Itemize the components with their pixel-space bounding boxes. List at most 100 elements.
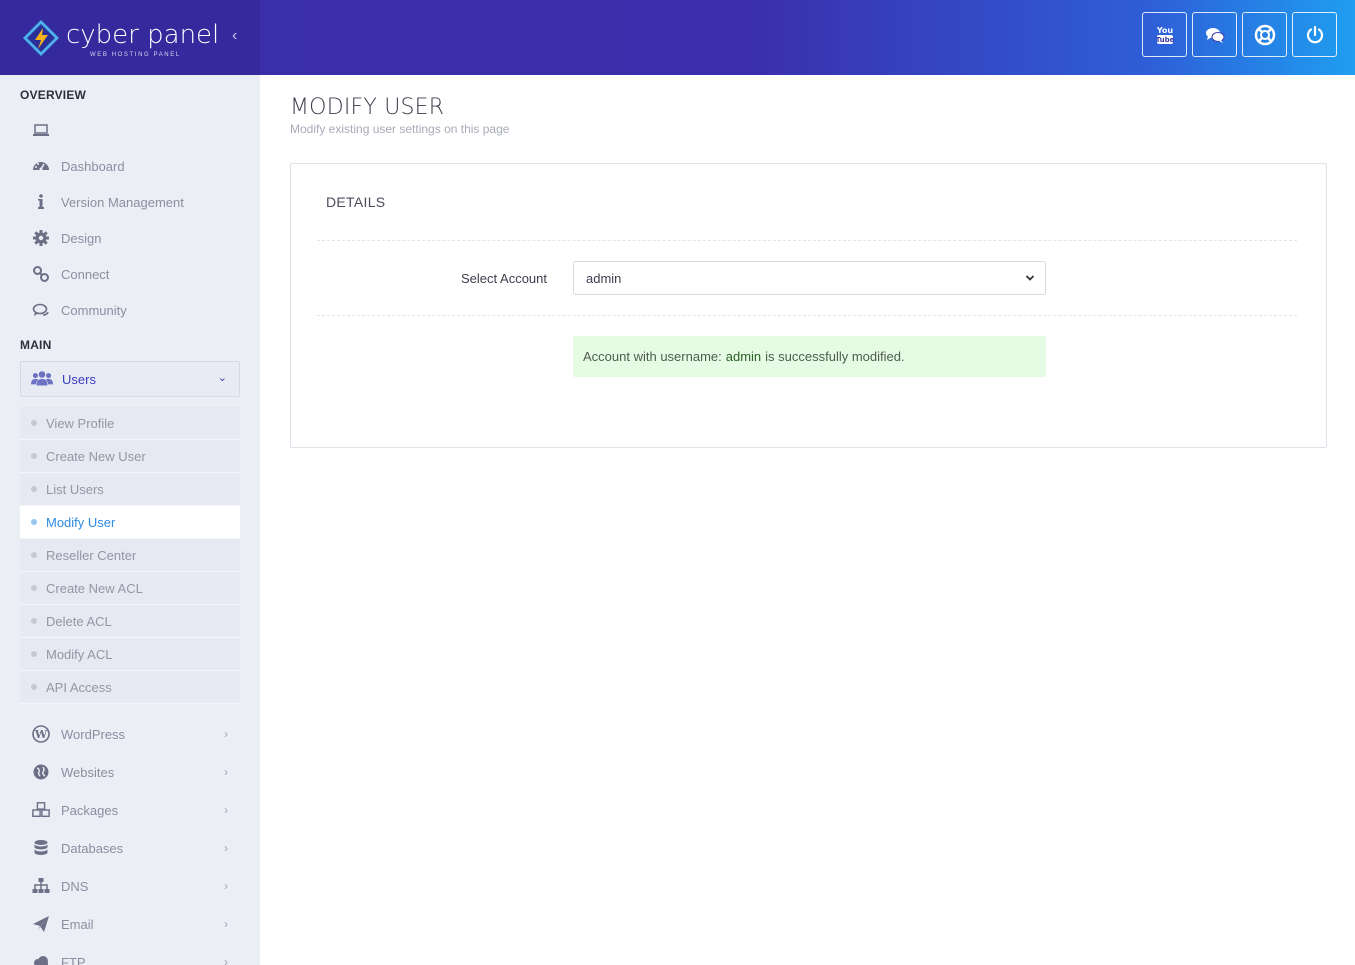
cloud-icon <box>30 953 52 965</box>
card-title: DETAILS <box>326 194 386 210</box>
sidebar-subitem-label: List Users <box>46 481 104 497</box>
sidebar-collapse-button[interactable]: ‹ <box>232 27 237 45</box>
main-section-title: MAIN <box>20 338 52 352</box>
sidebar-subitem-label: API Access <box>46 679 112 695</box>
sidebar-subitem-label: Delete ACL <box>46 613 112 629</box>
logo-area[interactable]: cyber panel WEB HOSTING PANEL <box>0 0 260 75</box>
laptop-icon <box>30 121 52 139</box>
alert-username: admin <box>725 349 762 364</box>
sidebar: OVERVIEW Dashboard Version Management De… <box>0 75 260 965</box>
youtube-icon: You Tube <box>1155 26 1174 44</box>
sidebar-item-version-management[interactable]: Version Management <box>20 186 240 218</box>
brand-tagline: WEB HOSTING PANEL <box>90 52 181 58</box>
cubes-icon <box>30 801 52 819</box>
sidebar-item-packages[interactable]: Packages › <box>20 794 240 826</box>
alert-suffix: is successfully modified. <box>765 349 905 364</box>
details-card: DETAILS Select Account admin Account wit… <box>290 163 1327 448</box>
sidebar-item-label: Websites <box>61 764 115 780</box>
sidebar-item-overview-laptop[interactable] <box>20 114 240 146</box>
sidebar-item-dns[interactable]: DNS › <box>20 870 240 902</box>
divider <box>317 315 1297 316</box>
overview-section-title: OVERVIEW <box>20 88 87 102</box>
chevron-right-icon: › <box>224 955 228 965</box>
sidebar-item-label: DNS <box>61 878 89 894</box>
logout-button[interactable] <box>1292 12 1337 57</box>
sidebar-subitem-label: Create New User <box>46 448 146 464</box>
sidebar-item-websites[interactable]: Websites › <box>20 756 240 788</box>
divider <box>317 240 1297 241</box>
svg-text:You: You <box>1155 26 1173 35</box>
database-icon <box>30 839 52 857</box>
sidebar-item-wordpress[interactable]: W WordPress › <box>20 718 240 750</box>
sidebar-subitem-label: Reseller Center <box>46 547 137 563</box>
power-icon <box>1306 25 1323 43</box>
sidebar-item-connect[interactable]: Connect <box>20 258 240 290</box>
sidebar-item-label: WordPress <box>61 726 126 742</box>
sidebar-item-label: Packages <box>61 802 119 818</box>
sidebar-item-label: Design <box>61 230 102 246</box>
bullet-icon <box>31 486 37 492</box>
sidebar-subitem-create-new-user[interactable]: Create New User <box>20 440 240 473</box>
page-subtitle: Modify existing user settings on this pa… <box>290 122 510 136</box>
sidebar-item-label: Community <box>61 302 127 318</box>
paper-plane-icon <box>30 915 52 933</box>
brand-name: cyber panel <box>66 20 220 50</box>
alert-prefix: Account with username: <box>583 349 722 364</box>
sidebar-item-label: Connect <box>61 266 110 282</box>
page-title: MODIFY USER <box>290 95 445 120</box>
select-account-label: Select Account <box>461 271 547 286</box>
sidebar-group-users[interactable]: Users ⌄ <box>20 361 240 397</box>
chevron-right-icon: › <box>224 727 228 741</box>
sidebar-item-label: Email <box>61 916 94 932</box>
top-header: cyber panel WEB HOSTING PANEL ‹ You Tube <box>0 0 1355 75</box>
sitemap-icon <box>30 877 52 895</box>
bullet-icon <box>31 420 37 426</box>
sidebar-subitem-delete-acl[interactable]: Delete ACL <box>20 605 240 638</box>
users-icon <box>31 370 53 388</box>
gear-icon <box>30 229 52 247</box>
chevron-right-icon: › <box>224 917 228 931</box>
lifebuoy-icon <box>1254 24 1275 45</box>
bullet-icon <box>31 585 37 591</box>
sidebar-item-databases[interactable]: Databases › <box>20 832 240 864</box>
chevron-right-icon: › <box>224 841 228 855</box>
bullet-icon <box>31 651 37 657</box>
cyberpanel-logo-icon <box>23 20 59 56</box>
svg-text:W: W <box>34 728 48 741</box>
chat-button[interactable] <box>1192 12 1237 57</box>
sidebar-item-ftp[interactable]: FTP › <box>20 946 240 965</box>
select-account-dropdown[interactable]: admin <box>573 261 1046 295</box>
chevron-right-icon: › <box>224 803 228 817</box>
wordpress-icon: W <box>30 725 52 743</box>
dashboard-icon <box>30 157 52 175</box>
youtube-button[interactable]: You Tube <box>1142 12 1187 57</box>
sidebar-subitem-create-new-acl[interactable]: Create New ACL <box>20 572 240 605</box>
chevron-down-icon <box>1025 275 1035 281</box>
success-alert: Account with username: admin is successf… <box>573 336 1046 377</box>
sidebar-item-email[interactable]: Email › <box>20 908 240 940</box>
sidebar-subitem-label: Modify ACL <box>46 646 113 662</box>
comments-icon <box>30 301 52 319</box>
sidebar-subitem-api-access[interactable]: API Access <box>20 671 240 704</box>
sidebar-subitem-modify-acl[interactable]: Modify ACL <box>20 638 240 671</box>
sidebar-item-label: Dashboard <box>61 158 125 174</box>
sidebar-item-dashboard[interactable]: Dashboard <box>20 150 240 182</box>
sidebar-subitem-label: Create New ACL <box>46 580 143 596</box>
sidebar-group-users-label: Users <box>62 371 96 387</box>
sidebar-subitem-reseller-center[interactable]: Reseller Center <box>20 539 240 572</box>
bullet-icon <box>31 519 37 525</box>
sidebar-subitem-list-users[interactable]: List Users <box>20 473 240 506</box>
chevron-down-icon: ⌄ <box>217 372 227 384</box>
chevron-right-icon: › <box>224 879 228 893</box>
sidebar-item-community[interactable]: Community <box>20 294 240 326</box>
support-button[interactable] <box>1242 12 1287 57</box>
info-icon <box>30 193 52 211</box>
sidebar-subitem-label: View Profile <box>46 415 115 431</box>
bullet-icon <box>31 684 37 690</box>
sidebar-subitem-view-profile[interactable]: View Profile <box>20 407 240 440</box>
globe-icon <box>30 763 52 781</box>
sidebar-subitem-modify-user[interactable]: Modify User <box>20 506 240 539</box>
sidebar-item-design[interactable]: Design <box>20 222 240 254</box>
sidebar-item-label: FTP <box>61 954 86 965</box>
bullet-icon <box>31 552 37 558</box>
